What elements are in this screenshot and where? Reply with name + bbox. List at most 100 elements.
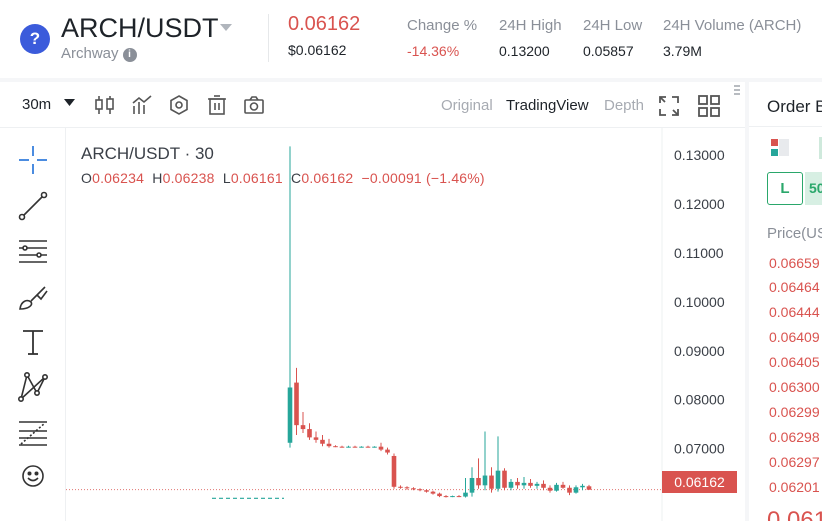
stat-value: 0.05857 bbox=[583, 43, 634, 59]
tab-tradingview[interactable]: TradingView bbox=[506, 97, 589, 114]
candle-body bbox=[372, 446, 377, 448]
project-name: Archway i bbox=[61, 45, 137, 62]
fib-icon[interactable] bbox=[17, 417, 49, 449]
leverage-50-button[interactable]: 50 bbox=[805, 172, 822, 205]
candle-body bbox=[294, 382, 299, 426]
candle-body bbox=[534, 483, 540, 486]
candle-body bbox=[573, 487, 579, 493]
last-price-tag: 0.06162 bbox=[662, 471, 737, 493]
candle-body bbox=[586, 486, 592, 490]
tab-original[interactable]: Original bbox=[441, 97, 493, 114]
candle-body bbox=[339, 446, 345, 448]
tab-depth[interactable]: Depth bbox=[604, 97, 644, 114]
candle-body bbox=[541, 483, 546, 488]
last-price-usd: $0.06162 bbox=[288, 42, 347, 58]
price-chart[interactable]: 0.13000 0.12000 0.11000 0.10000 0.09000 0.080… bbox=[66, 128, 745, 521]
order-book-mid-price: 0.0616 bbox=[767, 507, 822, 521]
book-mode-both-icon[interactable] bbox=[769, 137, 791, 159]
fullscreen-icon[interactable] bbox=[657, 94, 681, 118]
trash-icon[interactable] bbox=[206, 94, 228, 116]
info-icon[interactable]: i bbox=[122, 48, 137, 62]
last-price: 0.06162 bbox=[288, 13, 361, 35]
candle-body bbox=[333, 446, 338, 448]
candle-body bbox=[489, 475, 494, 489]
ask-price[interactable]: 0.06444 bbox=[769, 304, 820, 320]
candle-body bbox=[554, 484, 559, 491]
stat-value: -14.36% bbox=[407, 43, 460, 59]
candle-body bbox=[495, 470, 501, 489]
chevron-down-icon[interactable] bbox=[219, 20, 233, 37]
stat-label: Change % bbox=[407, 17, 478, 34]
camera-icon[interactable] bbox=[243, 94, 265, 116]
ask-price[interactable]: 0.06659 bbox=[769, 255, 820, 271]
ask-price[interactable]: 0.06299 bbox=[769, 404, 820, 420]
ohlc-readout: O0.06234 H0.06238 L0.06161 C0.06162 −0.0… bbox=[81, 170, 485, 186]
candle-body bbox=[359, 446, 364, 448]
horizontal-lines-icon[interactable] bbox=[17, 235, 49, 267]
indicators-icon[interactable] bbox=[131, 94, 153, 116]
candle-body bbox=[378, 446, 384, 450]
brush-icon[interactable] bbox=[17, 281, 49, 313]
price-axis-tick: 0.09000 bbox=[674, 343, 725, 359]
candle-body bbox=[502, 470, 507, 488]
header-divider bbox=[268, 14, 269, 62]
candle-body bbox=[515, 481, 520, 486]
ask-price[interactable]: 0.06405 bbox=[769, 354, 820, 370]
ohlc-low: 0.06161 bbox=[230, 170, 283, 186]
candle-body bbox=[560, 484, 566, 488]
price-axis-tick: 0.12000 bbox=[674, 196, 725, 212]
chart-toolbar: 30m Original TradingView Depth bbox=[0, 82, 745, 128]
pair-selector[interactable]: ARCH/USDT bbox=[61, 13, 219, 44]
panel-resize-handle[interactable] bbox=[733, 84, 741, 98]
ask-price[interactable]: 0.06298 bbox=[769, 429, 820, 445]
candle-body bbox=[547, 487, 553, 491]
emoji-icon[interactable] bbox=[17, 460, 49, 492]
text-icon[interactable] bbox=[17, 326, 49, 358]
candle-body bbox=[385, 449, 390, 453]
ohlc-open-label: O bbox=[81, 170, 93, 186]
ohlc-low-label: L bbox=[222, 170, 231, 186]
candle-body bbox=[463, 492, 468, 497]
candle-body bbox=[482, 475, 488, 486]
settings-hexagon-icon[interactable] bbox=[168, 94, 190, 116]
candle-body bbox=[365, 446, 371, 448]
candle-body bbox=[313, 437, 319, 440]
market-header: ? ARCH/USDT Archway i 0.06162 $0.06162 Ch… bbox=[0, 0, 822, 78]
candle-body bbox=[307, 429, 312, 438]
order-book-price-header: Price(USDT) bbox=[767, 225, 822, 242]
ohlc-open: 0.06234 bbox=[92, 170, 145, 186]
candle-body bbox=[456, 496, 462, 498]
ask-price[interactable]: 0.06300 bbox=[769, 379, 820, 395]
ask-price[interactable]: 0.06409 bbox=[769, 329, 820, 345]
trendline-icon[interactable] bbox=[17, 190, 49, 222]
stat-24h-high: 24H High 0.13200 bbox=[499, 17, 562, 59]
ask-price[interactable]: 0.06297 bbox=[769, 454, 820, 470]
project-name-label: Archway bbox=[61, 45, 119, 62]
candle-body bbox=[424, 490, 429, 492]
candle-body bbox=[300, 425, 306, 430]
price-axis-tick: 0.07000 bbox=[674, 441, 725, 457]
interval-selector[interactable]: 30m bbox=[22, 96, 51, 113]
candle-body bbox=[391, 455, 397, 487]
ohlc-change: −0.00091 (−1.46%) bbox=[361, 170, 485, 186]
candle-type-icon[interactable] bbox=[94, 94, 116, 116]
caret-down-icon[interactable] bbox=[64, 98, 75, 110]
ask-price[interactable]: 0.06464 bbox=[769, 279, 820, 295]
stat-label: 24H Low bbox=[583, 17, 643, 34]
ohlc-high-label: H bbox=[152, 170, 163, 186]
crosshair-icon[interactable] bbox=[17, 144, 49, 176]
pattern-icon[interactable] bbox=[17, 371, 49, 403]
stat-value: 0.13200 bbox=[499, 43, 550, 59]
candle-body bbox=[567, 487, 572, 493]
candle-body bbox=[398, 486, 403, 488]
candle-body bbox=[528, 482, 533, 486]
stat-label: 24H Volume (ARCH) bbox=[663, 17, 802, 34]
candlestick-chart[interactable]: 0.13000 0.12000 0.11000 0.10000 0.09000 0.080… bbox=[66, 128, 745, 521]
stat-24h-low: 24H Low 0.05857 bbox=[583, 17, 642, 59]
price-axis-tick: 0.13000 bbox=[674, 147, 725, 163]
order-book-panel: Order Book L 50 Price(USDT) 0.06659 0.06… bbox=[745, 82, 822, 521]
ask-price[interactable]: 0.06201 bbox=[769, 479, 820, 495]
leverage-long-button[interactable]: L bbox=[767, 172, 803, 205]
layout-grid-icon[interactable] bbox=[697, 94, 721, 118]
price-axis-tick: 0.11000 bbox=[674, 245, 724, 261]
